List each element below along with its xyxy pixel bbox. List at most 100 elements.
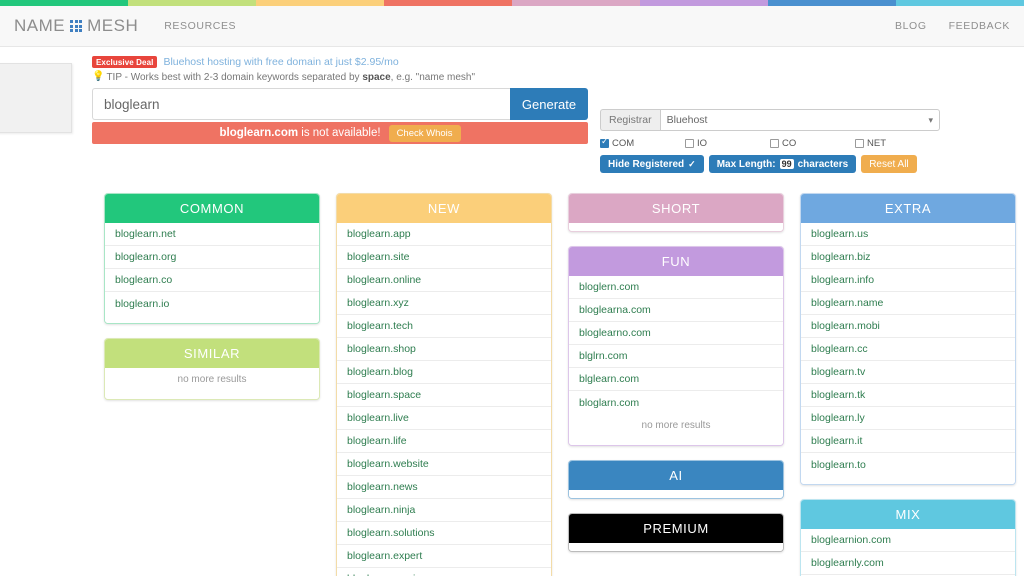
domain-row[interactable]: bloglearn.live <box>337 407 551 430</box>
panel-fun: FUN bloglern.com bloglearna.com bloglearno… <box>568 246 784 446</box>
check-whois-button[interactable]: Check Whois <box>388 124 461 142</box>
panel-short: SHORT <box>568 193 784 232</box>
domain-row[interactable]: bloglearn.xyz <box>337 292 551 315</box>
registrar-select[interactable]: Bluehost ▾ <box>659 109 940 131</box>
domain-row[interactable]: bloglarn.com <box>569 391 783 414</box>
tld-checkbox-net[interactable]: NET <box>855 136 940 150</box>
panel-extra: EXTRA bloglearn.us bloglearn.biz bloglearn… <box>800 193 1016 485</box>
panel-body-fun: bloglern.com bloglearna.com bloglearno.com… <box>569 276 783 414</box>
grid-icon <box>70 20 83 32</box>
domain-row[interactable]: bloglearnion.com <box>801 529 1015 552</box>
panel-header-premium: PREMIUM <box>569 514 783 543</box>
domain-row[interactable]: bloglearn.website <box>337 453 551 476</box>
domain-row[interactable]: bloglearn.biz <box>801 246 1015 269</box>
panel-header-similar: SIMILAR <box>105 339 319 368</box>
domain-row[interactable]: bloglearna.com <box>569 299 783 322</box>
lightbulb-icon: 💡 <box>92 71 105 82</box>
color-strip-segment-3 <box>384 0 512 6</box>
color-strip-segment-2 <box>256 0 384 6</box>
domain-row[interactable]: blglrn.com <box>569 345 783 368</box>
domain-row[interactable]: bloglearn.us <box>801 223 1015 246</box>
domain-row[interactable]: bloglearn.cc <box>801 338 1015 361</box>
domain-row[interactable]: bloglearn.services <box>337 568 551 576</box>
domain-row[interactable]: bloglearn.name <box>801 292 1015 315</box>
domain-row[interactable]: bloglearn.it <box>801 430 1015 453</box>
generate-button[interactable]: Generate <box>510 88 588 120</box>
tld-checkbox-com[interactable]: COM <box>600 136 685 150</box>
nav-left-links: RESOURCES <box>164 20 236 32</box>
checkbox-icon[interactable] <box>685 138 694 148</box>
domain-row[interactable]: bloglearnly.com <box>801 552 1015 575</box>
promo-text[interactable]: Bluehost hosting with free domain at jus… <box>163 56 398 68</box>
nav-item-blog[interactable]: BLOG <box>895 20 927 32</box>
domain-row[interactable]: bloglearn.site <box>337 246 551 269</box>
checkbox-icon[interactable] <box>600 137 609 148</box>
panel-empty-fun: no more results <box>641 420 711 431</box>
panel-body-mix: bloglearnion.combloglearnly.combloglearn… <box>801 529 1015 576</box>
domain-row[interactable]: bloglearn.app <box>337 223 551 246</box>
domain-row[interactable]: bloglearn.info <box>801 269 1015 292</box>
tld-label-net: NET <box>867 137 886 149</box>
results-columns: COMMON bloglearn.net bloglearn.org bloglea… <box>0 193 1024 576</box>
domain-row[interactable]: bloglearn.to <box>801 453 1015 476</box>
domain-row[interactable]: bloglearn.io <box>105 292 319 315</box>
panel-body-common: bloglearn.net bloglearn.org bloglearn.co bl… <box>105 223 319 315</box>
max-length-suffix: characters <box>797 158 849 170</box>
panel-new: NEW bloglearn.app bloglearn.site bloglearn… <box>336 193 552 576</box>
max-length-value[interactable]: 99 <box>779 159 794 169</box>
brand-logo[interactable]: NAME MESH <box>14 16 138 36</box>
tip-suffix: , e.g. "name mesh" <box>390 71 476 83</box>
domain-row[interactable]: bloglern.com <box>569 276 783 299</box>
checkbox-icon[interactable] <box>855 138 864 148</box>
column-new: NEW bloglearn.app bloglearn.site bloglearn… <box>328 193 560 576</box>
registrar-selected-value: Bluehost <box>666 114 708 126</box>
color-strip-segment-1 <box>128 0 256 6</box>
nav-item-resources[interactable]: RESOURCES <box>164 20 236 32</box>
domain-row[interactable]: bloglearn.shop <box>337 338 551 361</box>
domain-row[interactable]: bloglearno.com <box>569 322 783 345</box>
tld-checkbox-io[interactable]: IO <box>685 136 770 150</box>
checkbox-icon[interactable] <box>770 138 779 148</box>
domain-row[interactable]: bloglearn.ninja <box>337 499 551 522</box>
filter-button-row: Hide Registered ✓ Max Length: 99 charact… <box>600 155 940 173</box>
domain-row[interactable]: bloglearn.tech <box>337 315 551 338</box>
search-row: Generate <box>92 88 588 120</box>
top-color-strip <box>0 0 1024 6</box>
max-length-button[interactable]: Max Length: 99 characters <box>708 155 857 173</box>
tld-label-com: COM <box>612 137 635 149</box>
reset-all-button[interactable]: Reset All <box>861 155 917 173</box>
domain-row[interactable]: bloglearn.space <box>337 384 551 407</box>
panel-ai: AI <box>568 460 784 499</box>
hide-registered-button[interactable]: Hide Registered ✓ <box>600 155 704 173</box>
domain-row[interactable]: bloglearn.online <box>337 269 551 292</box>
chevron-down-icon: ▾ <box>928 114 933 125</box>
domain-row[interactable]: bloglearn.solutions <box>337 522 551 545</box>
panel-footer-common <box>105 315 319 323</box>
domain-row[interactable]: bloglearn.expert <box>337 545 551 568</box>
panel-footer-fun <box>569 437 783 445</box>
ad-placeholder <box>0 63 72 133</box>
domain-row[interactable]: bloglearn.net <box>105 223 319 246</box>
color-strip-segment-6 <box>768 0 896 6</box>
color-strip-segment-4 <box>512 0 640 6</box>
column-common: COMMON bloglearn.net bloglearn.org bloglea… <box>96 193 328 576</box>
nav-item-feedback[interactable]: FEEDBACK <box>949 20 1010 32</box>
domain-row[interactable]: bloglearn.mobi <box>801 315 1015 338</box>
max-length-label: Max Length: <box>716 158 776 170</box>
domain-row[interactable]: bloglearn.org <box>105 246 319 269</box>
promo-banner[interactable]: Exclusive Deal Bluehost hosting with fre… <box>92 55 588 69</box>
domain-row[interactable]: blglearn.com <box>569 368 783 391</box>
column-short-fun: SHORT FUN bloglern.com bloglearna.com blog… <box>560 193 792 576</box>
panel-common: COMMON bloglearn.net bloglearn.org bloglea… <box>104 193 320 324</box>
domain-row[interactable]: bloglearn.blog <box>337 361 551 384</box>
domain-row[interactable]: bloglearn.co <box>105 269 319 292</box>
domain-row[interactable]: bloglearn.life <box>337 430 551 453</box>
search-input[interactable] <box>92 88 510 120</box>
domain-row[interactable]: bloglearn.ly <box>801 407 1015 430</box>
domain-row[interactable]: bloglearn.tk <box>801 384 1015 407</box>
tld-checkbox-co[interactable]: CO <box>770 136 855 150</box>
panel-footer-ai <box>569 490 783 498</box>
domain-row[interactable]: bloglearn.news <box>337 476 551 499</box>
domain-row[interactable]: bloglearn.tv <box>801 361 1015 384</box>
availability-message: is not available! <box>301 127 381 139</box>
